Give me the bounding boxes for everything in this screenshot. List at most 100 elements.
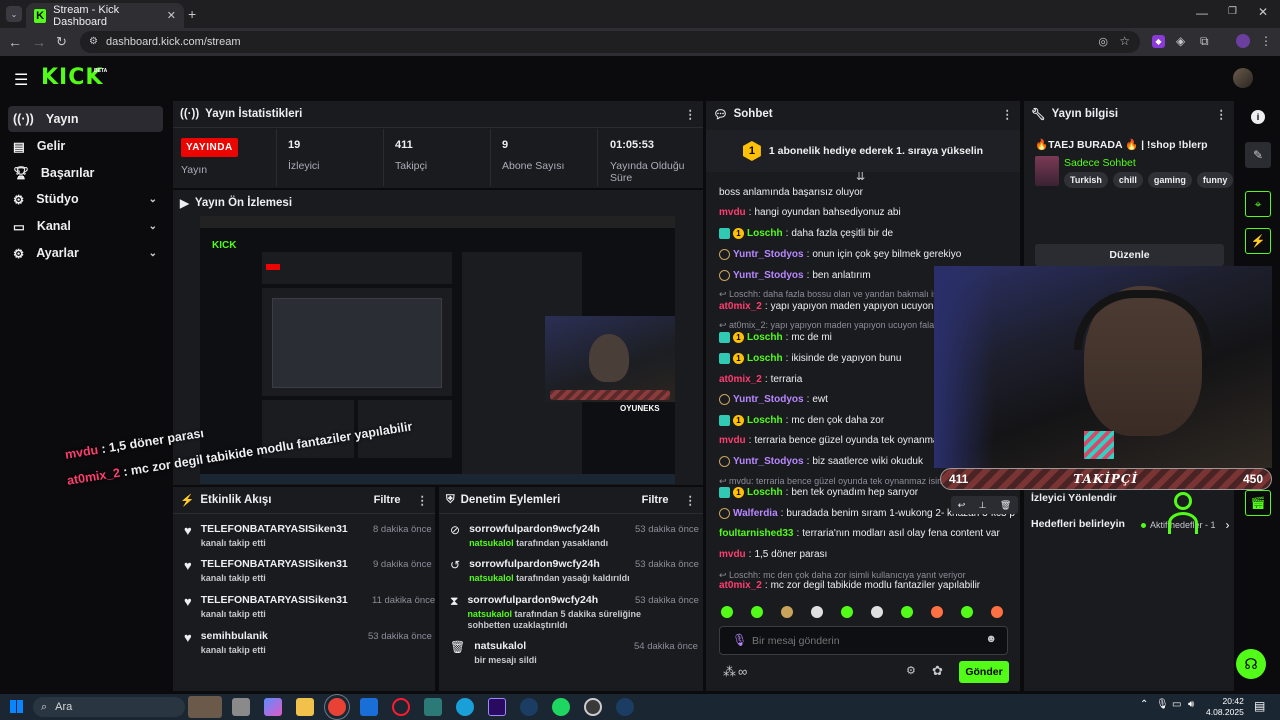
- emote-icon[interactable]: [931, 606, 943, 618]
- chat-message[interactable]: at0mix_2: yapı yapıyon maden yapıyon ucuy…: [719, 301, 958, 312]
- bookmark-star-icon[interactable]: ☆: [1119, 34, 1130, 48]
- filter-button[interactable]: Filtre: [374, 494, 401, 506]
- emote-icon[interactable]: [841, 606, 853, 618]
- file-explorer-icon[interactable]: [296, 698, 314, 716]
- address-bar[interactable]: ⚙ dashboard.kick.com/stream ◎ ☆: [80, 31, 1140, 53]
- steam-icon[interactable]: [520, 698, 538, 716]
- browser-menu-icon[interactable]: ⋮: [1260, 34, 1272, 48]
- more-options-icon[interactable]: ⋮: [685, 493, 697, 507]
- gift-badge-icon[interactable]: 1: [733, 228, 744, 239]
- chat-username[interactable]: at0mix_2: [719, 374, 762, 385]
- extension2-icon[interactable]: ◈: [1176, 34, 1185, 48]
- chat-username[interactable]: Loschh: [747, 332, 783, 343]
- og-badge-icon[interactable]: [719, 270, 730, 281]
- tag[interactable]: funny: [1196, 172, 1234, 188]
- taskbar-clock[interactable]: 20:42 4.08.2025: [1206, 696, 1244, 718]
- chat-pinned-gift-banner[interactable]: 1 1 abonelik hediye ederek 1. sıraya yük…: [706, 130, 1020, 172]
- obs-icon[interactable]: [584, 698, 602, 716]
- chat-reply-context[interactable]: ↩ Loschh: daha fazla bossu olan ve yanda…: [719, 289, 947, 300]
- sidebar-item-studyo[interactable]: ⚙ Stüdyo ⌄: [8, 186, 163, 212]
- restore-icon[interactable]: ❐: [1228, 6, 1237, 17]
- pin-icon[interactable]: ⊥: [979, 500, 987, 511]
- support-headset-icon[interactable]: ☊: [1236, 649, 1266, 679]
- chat-username[interactable]: Loschh: [747, 353, 783, 364]
- eye-off-icon[interactable]: ◎: [1098, 35, 1108, 48]
- moderation-user[interactable]: sorrowfulpardon9wcfy24h: [469, 558, 630, 570]
- chat-username[interactable]: Loschh: [747, 487, 783, 498]
- more-options-icon[interactable]: ⋮: [1216, 107, 1228, 121]
- chat-message[interactable]: 1 Loschh: ben tek oynadım hep sarıyor: [719, 487, 918, 498]
- gift-badge-icon[interactable]: 1: [733, 353, 744, 364]
- extensions-puzzle-icon[interactable]: ⧉: [1200, 34, 1209, 49]
- copilot-icon[interactable]: [264, 698, 282, 716]
- category-name[interactable]: Sadece Sohbet: [1064, 157, 1136, 169]
- hamburger-menu-icon[interactable]: ☰: [14, 70, 28, 90]
- spotify-icon[interactable]: [552, 698, 570, 716]
- sidebar-item-gelir[interactable]: ▤ Gelir: [8, 133, 163, 159]
- notification-icon[interactable]: ▤: [1254, 699, 1265, 713]
- chat-username[interactable]: mvdu: [719, 207, 746, 218]
- subscriber-badge-icon[interactable]: [719, 332, 730, 343]
- activity-user[interactable]: TELEFONBATARYASISiken31: [201, 594, 348, 606]
- collapse-pin-icon[interactable]: ⇊: [856, 170, 865, 183]
- back-icon[interactable]: ←: [8, 34, 22, 50]
- chat-reply-context[interactable]: ↩ mvdu: terraria bence güzel oyunda tek …: [719, 476, 949, 487]
- moderator-name[interactable]: natsukalol: [469, 573, 514, 583]
- chat-message[interactable]: foultarnished33: terraria'nın modları ası…: [719, 528, 1000, 539]
- subscriber-badge-icon[interactable]: [719, 228, 730, 239]
- emote-icon[interactable]: [751, 606, 763, 618]
- emote-icon[interactable]: [721, 606, 733, 618]
- profile-avatar[interactable]: [1236, 34, 1250, 48]
- chat-message[interactable]: boss anlamında başarısız oluyor: [719, 187, 863, 198]
- og-badge-icon[interactable]: [719, 249, 730, 260]
- chat-message[interactable]: Yuntr_Stodyos: biz saatlerce wiki okuduk: [719, 456, 923, 467]
- chat-message[interactable]: mvdu: terraria bence güzel oyunda tek oyn…: [719, 435, 943, 446]
- clip-icon[interactable]: ⌖: [1245, 191, 1271, 217]
- more-options-icon[interactable]: ⋮: [685, 107, 697, 121]
- task-view-icon[interactable]: [232, 698, 250, 716]
- send-button[interactable]: Gönder: [959, 661, 1009, 683]
- chat-username[interactable]: foultarnished33: [719, 528, 793, 539]
- chat-message[interactable]: Yuntr_Stodyos: onun için çok şey bilmek g…: [719, 249, 961, 260]
- more-options-icon[interactable]: ⋮: [1002, 107, 1014, 121]
- og-badge-icon[interactable]: [719, 394, 730, 405]
- subscriber-badge-icon[interactable]: [719, 487, 730, 498]
- volume-icon[interactable]: 🔊︎: [1188, 699, 1194, 710]
- window-close-icon[interactable]: ✕: [1258, 5, 1268, 19]
- og-badge-icon[interactable]: [719, 508, 730, 519]
- chat-username[interactable]: Yuntr_Stodyos: [733, 456, 804, 467]
- emote-menu-icon[interactable]: ✿: [932, 663, 943, 679]
- chat-message-input[interactable]: [752, 633, 972, 649]
- chat-message[interactable]: 1 Loschh: ikisinde de yapıyon bunu: [719, 353, 901, 364]
- sidebar-item-basarilar[interactable]: 🏆︎ Başarılar: [8, 160, 163, 186]
- gift-badge-icon[interactable]: 1: [733, 332, 744, 343]
- site-info-icon[interactable]: ⚙: [89, 36, 98, 47]
- browser-tab[interactable]: K Stream - Kick Dashboard ✕: [26, 3, 184, 28]
- chat-input-box[interactable]: 🎙︎ ☻: [719, 626, 1008, 655]
- chat-settings-icon[interactable]: ⚙: [906, 664, 916, 677]
- opera-icon[interactable]: [392, 698, 410, 716]
- outlook-icon[interactable]: [360, 698, 378, 716]
- chat-username[interactable]: at0mix_2: [719, 301, 762, 312]
- chat-message[interactable]: Yuntr_Stodyos: ewt: [719, 394, 828, 405]
- chat-message[interactable]: mvdu: hangi oyundan bahsediyonuz abi: [719, 207, 901, 218]
- tray-chevron-icon[interactable]: ⌃: [1140, 699, 1148, 710]
- chrome-icon[interactable]: [328, 698, 346, 716]
- microphone-icon[interactable]: 🎙︎: [732, 633, 747, 647]
- chat-message[interactable]: at0mix_2: terraria: [719, 374, 802, 385]
- chat-username[interactable]: mvdu: [719, 549, 746, 560]
- tag[interactable]: gaming: [1147, 172, 1192, 188]
- taskbar-widget-icon[interactable]: [188, 696, 222, 718]
- channel-points-icon[interactable]: ⁂: [723, 664, 736, 680]
- emoji-picker-icon[interactable]: ☻: [985, 633, 997, 645]
- moderator-name[interactable]: natsukalol: [467, 609, 512, 619]
- moderator-name[interactable]: natsukalol: [469, 538, 514, 548]
- chat-message[interactable]: 1 Loschh: mc de mi: [719, 332, 832, 343]
- app-icon[interactable]: [424, 698, 442, 716]
- edit-icon[interactable]: ✎: [1245, 142, 1271, 168]
- chat-message[interactable]: 1 Loschh: daha fazla çeşitli bir de: [719, 228, 893, 239]
- more-options-icon[interactable]: ⋮: [417, 493, 429, 507]
- info-icon[interactable]: i: [1251, 110, 1265, 124]
- emote-icon[interactable]: [781, 606, 793, 618]
- user-avatar[interactable]: [1233, 68, 1253, 88]
